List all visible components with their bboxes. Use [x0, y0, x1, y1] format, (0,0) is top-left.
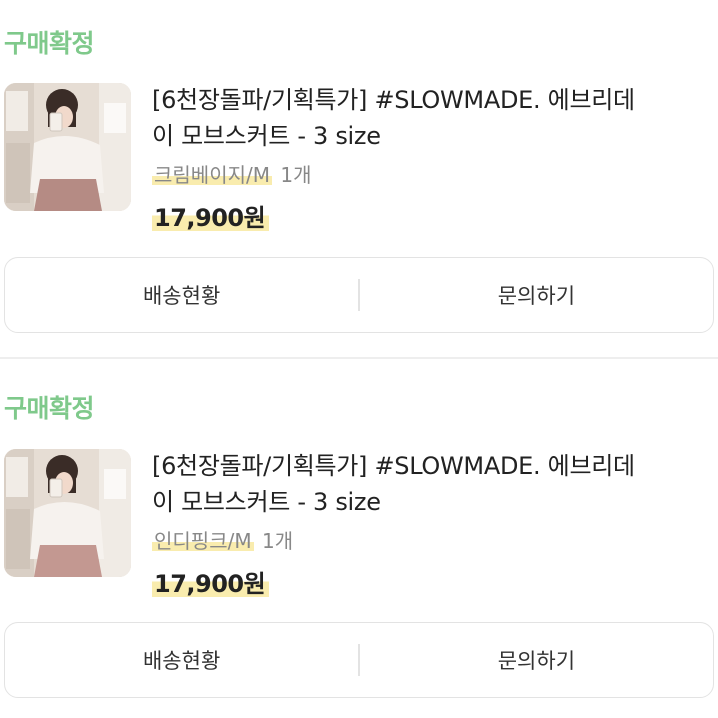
- product-option: 인디핑크/M 1개: [152, 525, 293, 554]
- product-price: 17,900원: [152, 564, 270, 599]
- product-thumbnail[interactable]: [4, 83, 131, 211]
- order-actions: 배송현황 문의하기: [4, 622, 714, 698]
- product-option: 크림베이지/M 1개: [152, 159, 311, 188]
- product-title-line2: 이 모브스커트 - 3 size: [152, 488, 381, 516]
- order-status: 구매확정: [4, 394, 95, 423]
- product-price: 17,900원: [152, 198, 270, 233]
- option-value: 크림베이지/M: [152, 163, 272, 187]
- product-title-line1: [6천장돌파/기획특가] #SLOWMADE. 에브리데: [152, 452, 635, 480]
- inquiry-button[interactable]: 문의하기: [360, 258, 713, 332]
- product-title[interactable]: [6천장돌파/기획특가] #SLOWMADE. 에브리데 이 모브스커트 - 3…: [152, 82, 712, 154]
- option-quantity: 1개: [280, 163, 312, 187]
- product-title-line1: [6천장돌파/기획특가] #SLOWMADE. 에브리데: [152, 86, 635, 114]
- order-actions: 배송현황 문의하기: [4, 257, 714, 333]
- shipping-status-button[interactable]: 배송현황: [5, 258, 358, 332]
- product-title[interactable]: [6천장돌파/기획특가] #SLOWMADE. 에브리데 이 모브스커트 - 3…: [152, 448, 712, 520]
- option-quantity: 1개: [261, 529, 294, 553]
- order-separator: [0, 357, 718, 359]
- inquiry-button[interactable]: 문의하기: [360, 623, 713, 697]
- order-card: 구매확정 [6천장돌파/기획특가] #SLOWMADE. 에브리데 이 모브스커…: [0, 0, 718, 357]
- order-card: 구매확정 [6천장돌파/기획특가] #SLOWMADE. 에브리데 이 모브스커…: [0, 365, 718, 718]
- product-title-line2: 이 모브스커트 - 3 size: [152, 122, 381, 150]
- order-status: 구매확정: [4, 29, 95, 58]
- product-thumbnail[interactable]: [4, 449, 131, 577]
- shipping-status-button[interactable]: 배송현황: [5, 623, 358, 697]
- option-value: 인디핑크/M: [152, 529, 254, 553]
